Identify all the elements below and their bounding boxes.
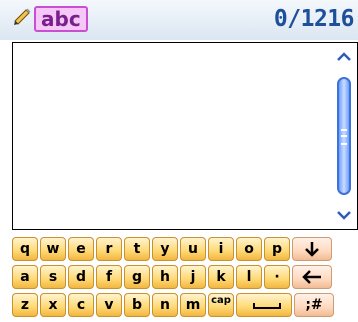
key-v[interactable]: v — [96, 293, 122, 317]
key-j[interactable]: j — [180, 265, 206, 289]
input-mode-badge[interactable]: abc — [34, 6, 88, 32]
enter-key[interactable] — [292, 237, 332, 261]
arrow-left-icon — [302, 270, 321, 284]
key-g[interactable]: g — [124, 265, 150, 289]
caps-key[interactable]: cap — [208, 293, 234, 317]
key-m[interactable]: m — [180, 293, 206, 317]
arrow-down-icon — [305, 242, 319, 257]
backspace-key[interactable] — [292, 265, 332, 289]
keyboard-row-3: z x c v b n m cap ;# — [12, 293, 336, 317]
key-n[interactable]: n — [152, 293, 178, 317]
scrollbar-thumb[interactable] — [337, 77, 351, 195]
key-o[interactable]: o — [236, 237, 262, 261]
key-t[interactable]: t — [124, 237, 150, 261]
key-p[interactable]: p — [264, 237, 290, 261]
on-screen-keyboard: q w e r t y u i o p a s d f g h j k l · — [0, 232, 358, 322]
key-l[interactable]: l — [236, 265, 262, 289]
key-w[interactable]: w — [40, 237, 66, 261]
key-d[interactable]: d — [68, 265, 94, 289]
key-z[interactable]: z — [12, 293, 38, 317]
pencil-icon — [12, 7, 34, 29]
key-b[interactable]: b — [124, 293, 150, 317]
key-u[interactable]: u — [180, 237, 206, 261]
grip-icon — [341, 129, 347, 145]
character-counter: 0/1216 — [273, 6, 355, 32]
key-dot[interactable]: · — [264, 265, 290, 289]
chevron-down-icon[interactable] — [334, 207, 354, 223]
space-key[interactable] — [236, 293, 292, 317]
symbols-key[interactable]: ;# — [294, 293, 334, 317]
top-bar: abc 0/1216 — [0, 0, 358, 40]
key-q[interactable]: q — [12, 237, 38, 261]
key-f[interactable]: f — [96, 265, 122, 289]
key-k[interactable]: k — [208, 265, 234, 289]
key-x[interactable]: x — [40, 293, 66, 317]
key-r[interactable]: r — [96, 237, 122, 261]
keyboard-row-1: q w e r t y u i o p — [12, 237, 334, 261]
key-a[interactable]: a — [12, 265, 38, 289]
key-h[interactable]: h — [152, 265, 178, 289]
key-e[interactable]: e — [68, 237, 94, 261]
key-i[interactable]: i — [208, 237, 234, 261]
vertical-scrollbar[interactable] — [330, 42, 358, 230]
keyboard-row-2: a s d f g h j k l · — [12, 265, 334, 289]
chevron-up-icon[interactable] — [334, 49, 354, 65]
message-text-area[interactable] — [12, 42, 330, 230]
key-y[interactable]: y — [152, 237, 178, 261]
key-s[interactable]: s — [40, 265, 66, 289]
key-c[interactable]: c — [68, 293, 94, 317]
